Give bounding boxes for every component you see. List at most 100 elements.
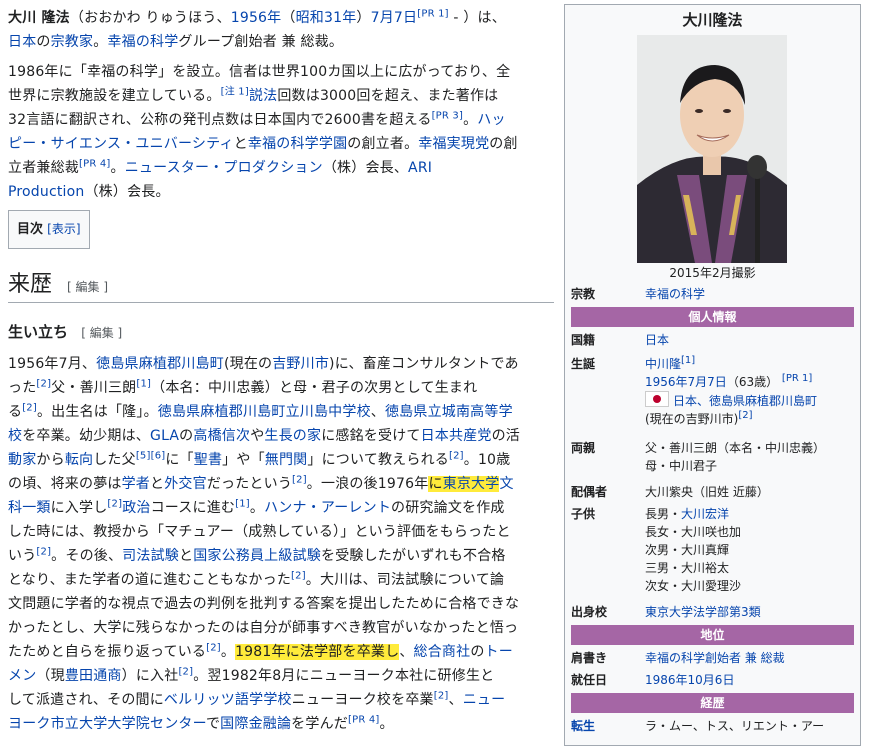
citation[interactable]: [2] xyxy=(291,570,306,581)
inline-link[interactable]: 吉野川市 xyxy=(272,356,329,372)
citation[interactable]: [2] xyxy=(36,378,51,389)
citation-link[interactable]: [2] xyxy=(36,378,51,389)
inline-link[interactable]: 転向 xyxy=(65,452,93,468)
birth-date-ref[interactable]: [PR 1] xyxy=(782,373,812,384)
portrait-image[interactable] xyxy=(637,35,787,263)
text-run: 世界に宗教施設を建立している。 xyxy=(8,88,221,104)
birth-date-link[interactable]: 1956年7月7日 xyxy=(645,375,727,389)
inline-link[interactable]: トー xyxy=(485,644,513,660)
citation-link[interactable]: [2] xyxy=(178,666,193,677)
inline-link[interactable]: ARI xyxy=(408,160,432,176)
citation-link[interactable]: [PR 4] xyxy=(348,714,380,725)
birth-place-link[interactable]: 日本、徳島県麻植郡川島町 xyxy=(673,394,817,408)
inline-link[interactable]: 国家公務員上級試験 xyxy=(193,548,321,564)
citation-link[interactable]: [PR 3] xyxy=(432,110,464,121)
citation[interactable]: [2] xyxy=(449,450,464,461)
citation-link[interactable]: [1] xyxy=(136,378,151,389)
toc-toggle-link[interactable]: [表示] xyxy=(47,222,80,236)
inline-link[interactable]: 司法試験 xyxy=(122,548,179,564)
inline-link[interactable]: 昭和31年 xyxy=(296,10,357,26)
inline-link[interactable]: 聖書 xyxy=(194,452,222,468)
inline-link[interactable]: ヨーク市立大学大学院センター xyxy=(8,716,206,732)
inline-link[interactable]: ハンナ・アーレント xyxy=(264,500,391,516)
inline-link[interactable]: 日本 xyxy=(8,34,36,50)
inline-link[interactable]: 生長の家 xyxy=(264,428,321,444)
citation[interactable]: [5][6] xyxy=(136,450,166,461)
citation[interactable]: [1] xyxy=(235,498,250,509)
citation-link[interactable]: [2] xyxy=(107,498,122,509)
inline-link[interactable]: 学者 xyxy=(122,476,150,492)
citation[interactable]: [PR 3] xyxy=(432,110,464,121)
citation-link[interactable]: [2] xyxy=(291,570,306,581)
citation-link[interactable]: [2] xyxy=(434,690,449,701)
citation-link[interactable]: [5][6] xyxy=(136,450,166,461)
inline-link[interactable]: 徳島県立城南高等学 xyxy=(385,404,513,420)
inline-link[interactable]: 豊田通商 xyxy=(65,668,122,684)
citation[interactable]: [2] xyxy=(178,666,193,677)
religion-link[interactable]: 幸福の科学 xyxy=(645,287,705,301)
citation-link[interactable]: [注 1] xyxy=(221,86,249,97)
inline-link[interactable]: 文 xyxy=(499,476,513,492)
inline-link[interactable]: 宗教家 xyxy=(51,34,94,50)
inline-link[interactable]: ベルリッツ語学学校 xyxy=(164,692,292,708)
citation-link[interactable]: [2] xyxy=(206,642,221,653)
title-link[interactable]: 幸福の科学創始者 兼 総裁 xyxy=(645,651,785,665)
inline-link[interactable]: 校 xyxy=(8,428,22,444)
citation[interactable]: [2] xyxy=(292,474,307,485)
citation[interactable]: [PR 4] xyxy=(348,714,380,725)
citation-link[interactable]: [2] xyxy=(292,474,307,485)
school-link[interactable]: 東京大学法学部第3類 xyxy=(645,605,761,619)
text-run: 」について教えられる xyxy=(307,452,449,468)
inline-link[interactable]: 高橋信次 xyxy=(193,428,250,444)
inline-link[interactable]: 幸福実現党 xyxy=(418,136,489,152)
inline-link[interactable]: 国際金融論 xyxy=(220,716,291,732)
inline-link[interactable]: 徳島県麻植郡川島町 xyxy=(96,356,224,372)
inline-link[interactable]: 徳島県麻植郡川島町立川島中学校 xyxy=(158,404,371,420)
inline-link[interactable]: 説法 xyxy=(249,88,277,104)
inline-link[interactable]: ニュースター・プロダクション xyxy=(125,160,323,176)
inline-link[interactable]: 1956年 xyxy=(231,10,282,26)
birth-place-ref[interactable]: [2] xyxy=(738,410,752,421)
inline-link[interactable]: 動家 xyxy=(8,452,36,468)
citation-link[interactable]: [2] xyxy=(22,402,37,413)
inline-link[interactable]: ニュー xyxy=(463,692,506,708)
citation[interactable]: [注 1] xyxy=(221,86,249,97)
inline-link[interactable]: 政治 xyxy=(122,500,150,516)
text-run: - ）は、 xyxy=(448,10,506,26)
inline-link[interactable]: 東京大学 xyxy=(442,476,500,492)
subsection-edit-link[interactable]: [ 編集 ] xyxy=(81,326,122,340)
inline-link[interactable]: 科一類 xyxy=(8,500,51,516)
inline-link[interactable]: ピー・サイエンス・ユニバーシティ xyxy=(8,136,234,152)
inline-link[interactable]: ハッ xyxy=(477,112,505,128)
citation[interactable]: [2] xyxy=(107,498,122,509)
citation[interactable]: [PR 1] xyxy=(417,8,449,19)
inline-link[interactable]: Production xyxy=(8,184,84,200)
citation-link[interactable]: [PR 1] xyxy=(417,8,449,19)
section-edit-link[interactable]: [ 編集 ] xyxy=(67,280,108,294)
birth-name-link[interactable]: 中川隆 xyxy=(645,357,681,371)
citation[interactable]: [1] xyxy=(136,378,151,389)
inline-link[interactable]: GLA xyxy=(150,428,179,444)
citation[interactable]: [2] xyxy=(206,642,221,653)
child-link[interactable]: 大川宏洋 xyxy=(681,507,729,521)
citation-link[interactable]: [2] xyxy=(449,450,464,461)
inline-link[interactable]: 7月7日 xyxy=(371,10,418,26)
inline-link[interactable]: メン xyxy=(8,668,36,684)
citation[interactable]: [2] xyxy=(434,690,449,701)
citation[interactable]: [2] xyxy=(36,546,51,557)
birth-name-ref[interactable]: [1] xyxy=(681,355,695,366)
citation-link[interactable]: [1] xyxy=(235,498,250,509)
inline-link[interactable]: 無門関 xyxy=(265,452,308,468)
inline-link[interactable]: 外交官 xyxy=(164,476,207,492)
infobox: 大川隆法 2015年2月撮影 宗教 幸福の科学 個人情報 国籍 日本 生誕 中川… xyxy=(564,4,861,746)
citation-link[interactable]: [PR 4] xyxy=(79,158,111,169)
citation[interactable]: [PR 4] xyxy=(79,158,111,169)
citation-link[interactable]: [2] xyxy=(36,546,51,557)
inline-link[interactable]: 幸福の科学学園 xyxy=(248,136,347,152)
inauguration-link[interactable]: 1986年10月6日 xyxy=(645,673,734,687)
nationality-link[interactable]: 日本 xyxy=(645,333,669,347)
inline-link[interactable]: 総合商社 xyxy=(414,644,471,660)
citation[interactable]: [2] xyxy=(22,402,37,413)
inline-link[interactable]: 日本共産党 xyxy=(421,428,492,444)
inline-link[interactable]: 幸福の科学 xyxy=(107,34,178,50)
